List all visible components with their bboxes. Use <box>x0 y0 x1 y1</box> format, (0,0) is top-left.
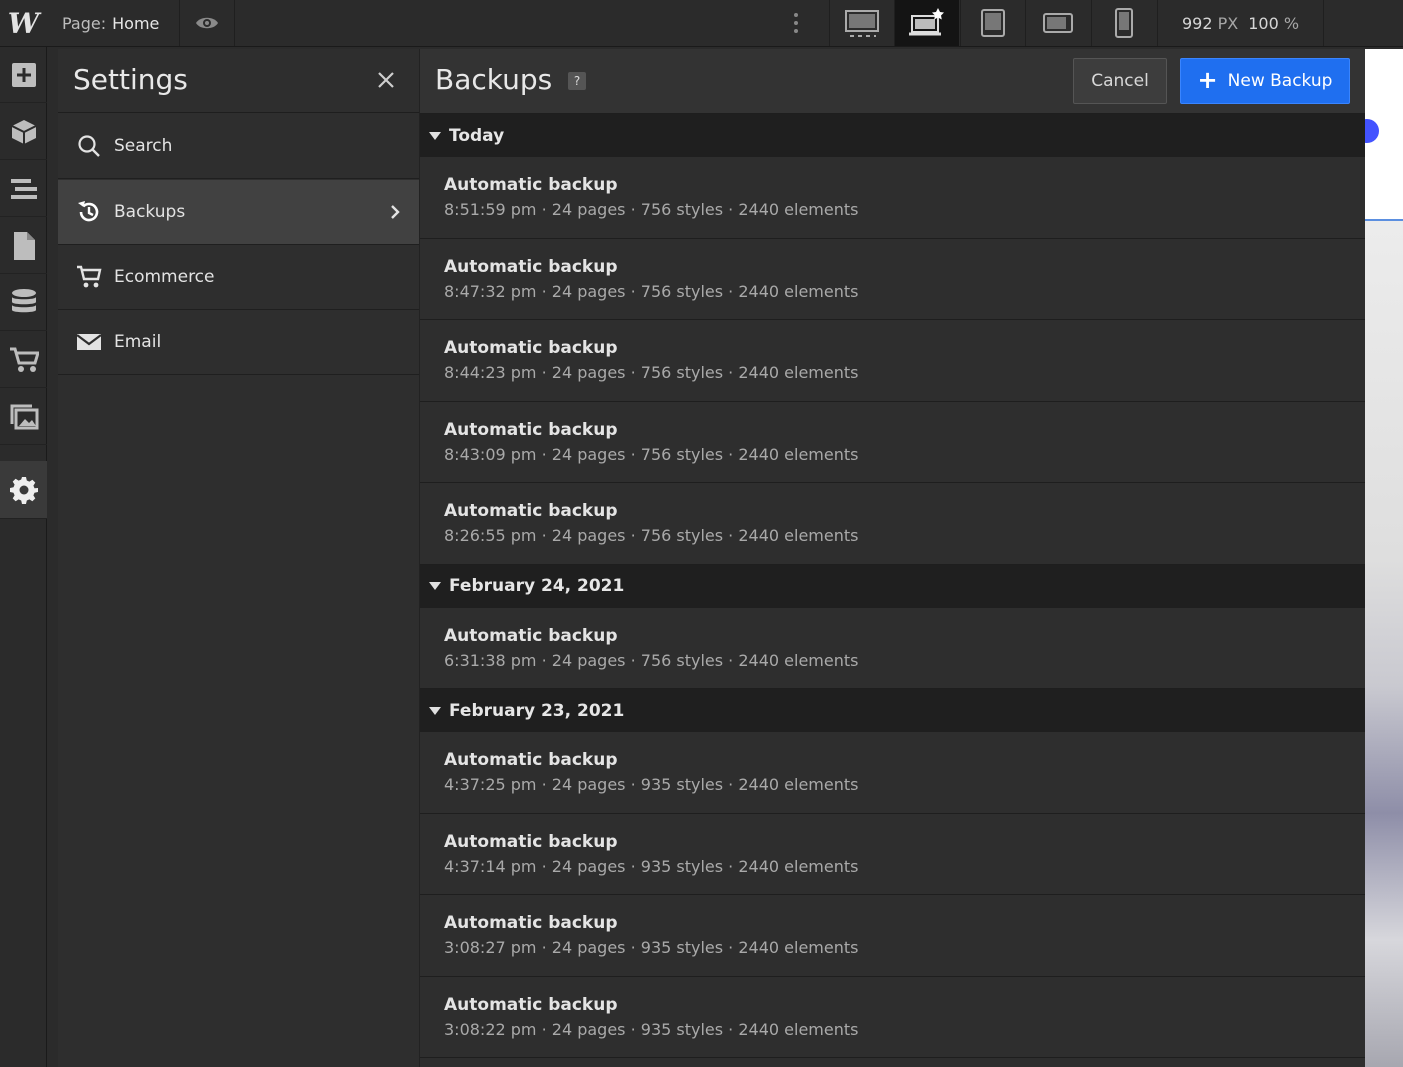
search-icon <box>76 133 102 159</box>
backup-row[interactable]: Automatic backup 8:43:09 pm · 24 pages · … <box>420 401 1365 483</box>
new-backup-label: New Backup <box>1227 71 1333 91</box>
breakpoint-tablet-icon[interactable] <box>960 0 1025 46</box>
caret-down-icon <box>429 131 441 140</box>
backup-meta: 4:37:25 pm · 24 pages · 935 styles · 244… <box>444 775 859 794</box>
add-panel-icon[interactable] <box>0 47 47 103</box>
zoom-unit: % <box>1283 13 1300 33</box>
zoom-value: 100 <box>1248 13 1279 33</box>
help-icon[interactable]: ? <box>568 72 586 90</box>
assets-images-icon[interactable] <box>0 389 47 445</box>
settings-item-ecommerce[interactable]: Ecommerce <box>58 245 419 310</box>
backups-title: Backups <box>435 63 553 96</box>
backup-meta: 8:43:09 pm · 24 pages · 756 styles · 244… <box>444 444 859 464</box>
breakpoint-desktop-base-icon[interactable] <box>894 0 959 46</box>
backup-title: Automatic backup <box>444 501 618 521</box>
page-selector-label: Page: <box>62 13 107 33</box>
symbols-box-icon[interactable] <box>0 104 47 160</box>
cms-database-icon[interactable] <box>0 275 47 331</box>
backups-panel: Backups ? Cancel + New Backup Today Auto… <box>420 49 1365 1067</box>
backup-title: Automatic backup <box>444 913 618 933</box>
design-canvas-preview[interactable] <box>1365 49 1403 1067</box>
caret-down-icon <box>429 706 441 715</box>
backup-row[interactable]: Automatic backup 8:51:59 pm · 24 pages · … <box>420 157 1365 239</box>
settings-item-email[interactable]: Email <box>58 310 419 375</box>
breakpoint-mobile-landscape-icon[interactable] <box>1025 0 1090 46</box>
navigator-icon[interactable] <box>0 161 47 217</box>
backup-title: Automatic backup <box>444 994 618 1015</box>
backup-list: Today Automatic backup 8:51:59 pm · 24 pa… <box>420 114 1365 1058</box>
canvas-width-value: 992 <box>1181 13 1213 33</box>
breakpoint-large-desktop-icon[interactable] <box>829 0 894 46</box>
page-selector[interactable]: Page: Home <box>47 0 180 46</box>
backup-meta: 8:44:23 pm · 24 pages · 756 styles · 244… <box>444 363 859 382</box>
backup-title: Automatic backup <box>444 256 618 277</box>
top-toolbar: W Page: Home 992 PX 100 % <box>0 0 1403 47</box>
backup-meta: 3:08:22 pm · 24 pages · 935 styles · 244… <box>444 1019 859 1039</box>
backup-row[interactable]: Automatic backup 8:44:23 pm · 24 pages · … <box>420 320 1365 402</box>
backup-title: Automatic backup <box>444 419 618 440</box>
plus-icon: + <box>1197 66 1218 94</box>
canvas-dimensions: 992 PX 100 % <box>1157 0 1324 46</box>
canvas-width-unit: PX <box>1217 13 1239 33</box>
group-header-feb-23[interactable]: February 23, 2021 <box>420 689 1365 732</box>
group-label: February 24, 2021 <box>449 576 625 596</box>
settings-item-label: Backups <box>114 202 186 222</box>
backup-meta: 4:37:14 pm · 24 pages · 935 styles · 244… <box>444 856 859 876</box>
backup-row[interactable]: Automatic backup 4:37:25 pm · 24 pages · … <box>420 732 1365 814</box>
settings-item-label: Ecommerce <box>114 267 215 287</box>
settings-item-label: Search <box>114 136 173 156</box>
backup-row[interactable]: Automatic backup 6:31:38 pm · 24 pages · … <box>420 607 1365 689</box>
backup-meta: 8:47:32 pm · 24 pages · 756 styles · 244… <box>444 281 859 301</box>
backup-meta: 8:26:55 pm · 24 pages · 756 styles · 244… <box>444 526 859 545</box>
backup-row[interactable]: Automatic backup 8:47:32 pm · 24 pages · … <box>420 238 1365 320</box>
settings-item-search[interactable]: Search <box>58 114 419 179</box>
backups-header: Backups ? Cancel + New Backup <box>420 49 1365 114</box>
breakpoint-mobile-portrait-icon[interactable] <box>1091 0 1156 46</box>
backup-title: Automatic backup <box>444 338 618 358</box>
new-backup-button[interactable]: + New Backup <box>1180 58 1350 104</box>
settings-title: Settings <box>73 63 188 96</box>
canvas-image <box>1365 221 1403 1067</box>
pages-icon[interactable] <box>0 218 47 274</box>
chevron-right-icon <box>385 202 405 222</box>
left-toolbar <box>0 47 47 1067</box>
close-icon[interactable] <box>374 68 398 92</box>
group-label: February 23, 2021 <box>449 700 625 721</box>
settings-header: Settings <box>58 49 419 113</box>
backup-row[interactable]: Automatic backup 8:26:55 pm · 24 pages · … <box>420 483 1365 565</box>
backup-title: Automatic backup <box>444 175 618 195</box>
group-label: Today <box>449 125 505 146</box>
backup-meta: 6:31:38 pm · 24 pages · 756 styles · 244… <box>444 650 859 670</box>
backup-title: Automatic backup <box>444 750 618 770</box>
backup-title: Automatic backup <box>444 831 618 852</box>
ecommerce-cart-icon[interactable] <box>0 332 47 388</box>
backup-history-icon <box>76 199 102 225</box>
settings-item-label: Email <box>114 332 162 352</box>
backup-meta: 8:51:59 pm · 24 pages · 756 styles · 244… <box>444 200 859 219</box>
webflow-logo[interactable]: W <box>0 0 47 46</box>
group-header-feb-24[interactable]: February 24, 2021 <box>420 564 1365 608</box>
backup-row[interactable]: Automatic backup 4:37:14 pm · 24 pages · … <box>420 813 1365 895</box>
page-selector-value: Home <box>112 13 160 33</box>
cart-icon <box>76 264 102 290</box>
backup-title: Automatic backup <box>444 625 618 646</box>
backup-meta: 3:08:27 pm · 24 pages · 935 styles · 244… <box>444 938 859 957</box>
group-header-today[interactable]: Today <box>420 114 1365 157</box>
backup-row[interactable]: Automatic backup 3:08:27 pm · 24 pages · … <box>420 895 1365 977</box>
caret-down-icon <box>429 582 441 590</box>
preview-eye-icon[interactable] <box>180 0 235 46</box>
settings-gear-icon[interactable] <box>0 461 47 519</box>
settings-panel: Settings Search Backups Ecommerce Email <box>58 49 420 1067</box>
cancel-button[interactable]: Cancel <box>1073 58 1167 104</box>
envelope-icon <box>76 329 102 355</box>
more-vertical-icon[interactable] <box>772 0 820 46</box>
backup-row[interactable]: Automatic backup 3:08:22 pm · 24 pages · … <box>420 976 1365 1058</box>
settings-item-backups[interactable]: Backups <box>58 180 419 245</box>
